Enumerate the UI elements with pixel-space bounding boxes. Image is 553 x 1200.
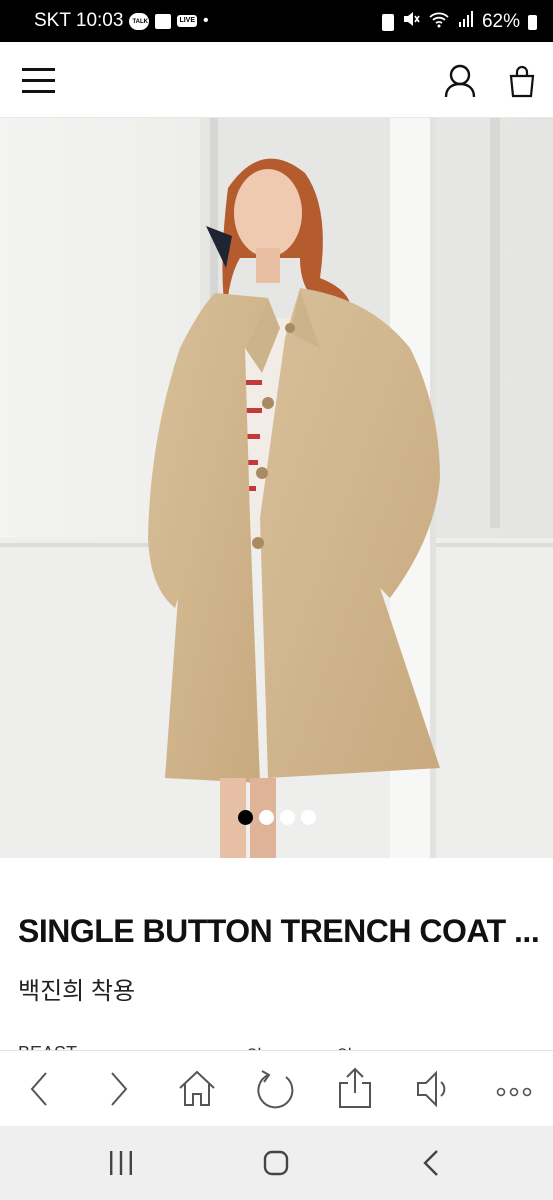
product-image-carousel[interactable] bbox=[0, 118, 553, 858]
carousel-dot-2[interactable] bbox=[258, 810, 274, 825]
android-nav-bar bbox=[0, 1126, 553, 1200]
chevron-right-icon[interactable] bbox=[106, 1071, 130, 1112]
product-photo bbox=[0, 118, 553, 858]
status-bar: SKT 10:03 TALK LIVE • 62% bbox=[0, 0, 553, 42]
carousel-indicators bbox=[0, 810, 553, 825]
carrier-time: SKT 10:03 bbox=[34, 10, 124, 31]
speaker-icon[interactable] bbox=[414, 1069, 454, 1114]
battery-icon bbox=[528, 14, 537, 30]
browser-toolbar bbox=[0, 1050, 553, 1127]
live-badge: LIVE bbox=[177, 15, 197, 27]
chevron-left-icon[interactable] bbox=[28, 1071, 52, 1112]
back-icon[interactable] bbox=[422, 1149, 440, 1182]
user-icon[interactable] bbox=[444, 64, 476, 103]
battery-percent: 62% bbox=[481, 11, 520, 32]
app-header bbox=[0, 42, 553, 118]
notification-dot: • bbox=[203, 12, 209, 29]
share-icon[interactable] bbox=[336, 1067, 374, 1114]
recents-icon[interactable] bbox=[108, 1151, 134, 1180]
product-subtitle: 백진희 착용 bbox=[18, 978, 136, 1005]
carousel-dot-4[interactable] bbox=[300, 810, 316, 825]
home-icon[interactable] bbox=[177, 1068, 217, 1113]
home-circle-icon[interactable] bbox=[263, 1150, 289, 1181]
carousel-dot-1[interactable] bbox=[237, 810, 253, 825]
signal-icon bbox=[458, 10, 474, 34]
gallery-icon bbox=[155, 13, 172, 29]
hamburger-menu-icon[interactable] bbox=[22, 68, 56, 99]
mute-icon bbox=[402, 10, 420, 34]
shopping-bag-icon[interactable] bbox=[508, 64, 536, 103]
product-title: SINGLE BUTTON TRENCH COAT ... bbox=[18, 913, 540, 949]
wifi-icon bbox=[428, 10, 450, 34]
reload-icon[interactable] bbox=[256, 1069, 296, 1114]
sync-icon bbox=[381, 13, 394, 31]
carousel-dot-3[interactable] bbox=[279, 810, 295, 825]
talk-icon: TALK bbox=[129, 12, 150, 30]
more-dots-icon[interactable] bbox=[496, 1084, 532, 1102]
